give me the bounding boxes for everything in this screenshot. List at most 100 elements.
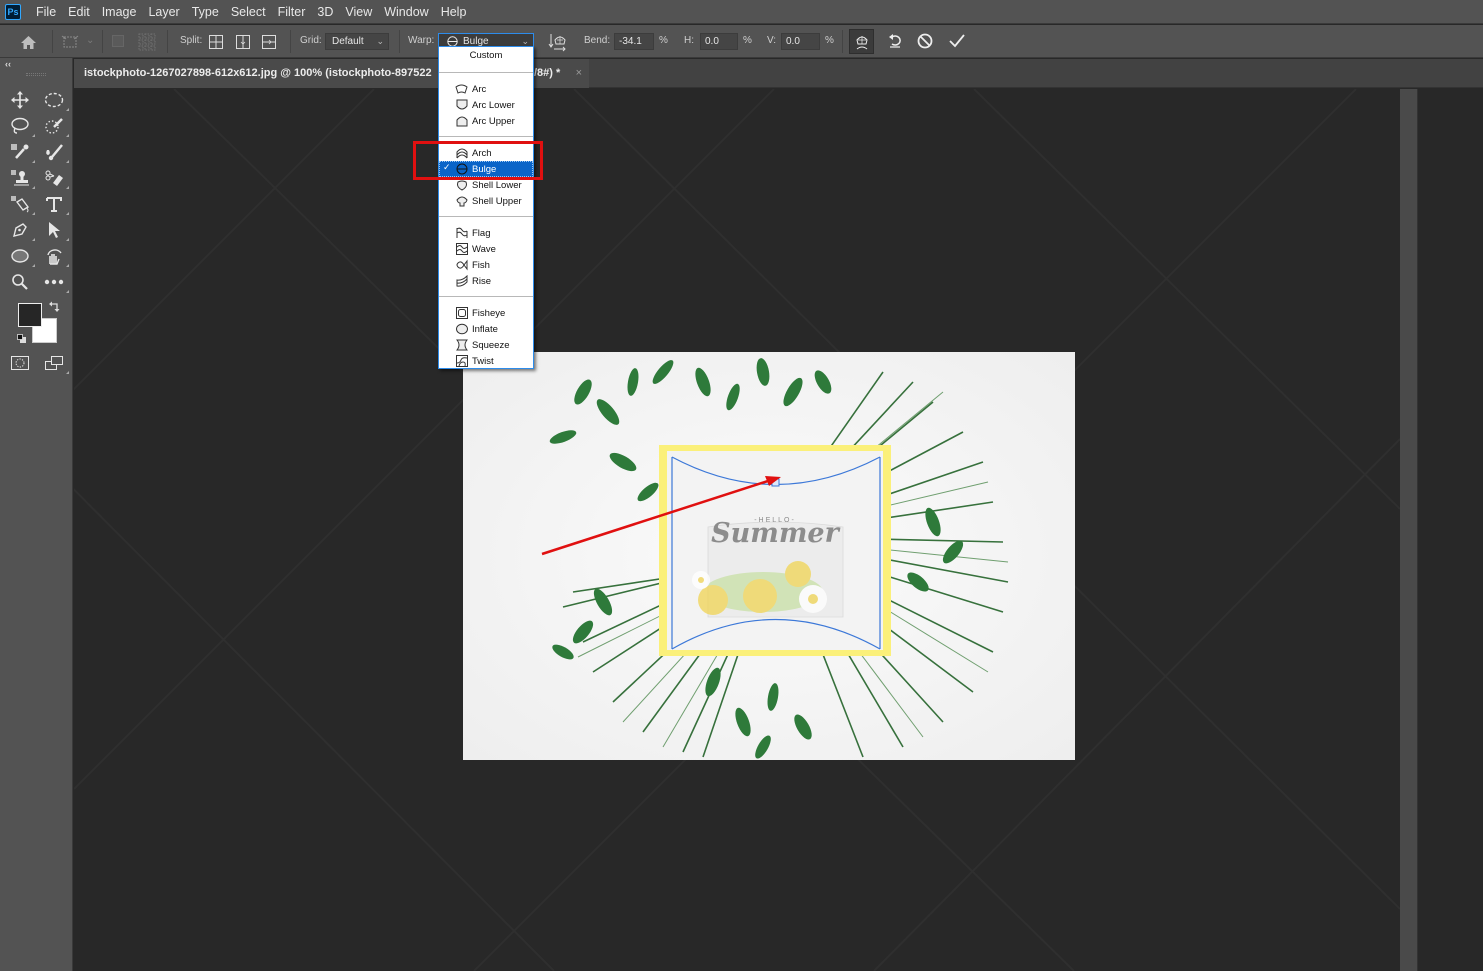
document-tab-title: istockphoto-1267027898-612x612.jpg @ 100… xyxy=(84,67,432,79)
menu-file[interactable]: File xyxy=(30,0,62,24)
vertical-distortion-unit: % xyxy=(825,35,834,46)
clone-stamp-tool[interactable] xyxy=(8,167,35,189)
warp-option-arc-lower[interactable]: Arc Lower xyxy=(439,97,533,113)
menu-edit[interactable]: Edit xyxy=(62,0,96,24)
warp-option-flag[interactable]: Flag xyxy=(439,225,533,241)
horizontal-distortion-label: H: xyxy=(684,35,694,46)
checkmark-icon xyxy=(949,34,965,48)
menu-separator xyxy=(439,216,533,217)
stamp-icon xyxy=(11,170,29,186)
warp-option-label: Flag xyxy=(472,227,491,239)
quick-mask-button[interactable] xyxy=(8,352,32,374)
swap-colors-icon[interactable] xyxy=(49,301,60,312)
warp-option-bulge[interactable]: ✓ Bulge xyxy=(439,161,533,177)
pen-tool[interactable] xyxy=(8,219,35,241)
menu-select[interactable]: Select xyxy=(225,0,272,24)
warp-option-arch[interactable]: Arch xyxy=(439,145,533,161)
warp-option-shell-lower[interactable]: Shell Lower xyxy=(439,177,533,193)
bend-input[interactable]: -34.1 xyxy=(614,33,654,50)
grid-select[interactable]: Default ⌄ xyxy=(325,33,389,50)
home-button[interactable] xyxy=(17,32,39,52)
cancel-transform-button[interactable] xyxy=(915,31,935,51)
warp-option-wave[interactable]: Wave xyxy=(439,241,533,257)
grid-toggle-disabled[interactable] xyxy=(110,33,126,49)
split-crosswise-button[interactable] xyxy=(208,34,224,49)
eraser-tool[interactable] xyxy=(42,167,69,189)
quick-mask-icon xyxy=(11,356,29,370)
menu-help[interactable]: Help xyxy=(435,0,473,24)
split-vertical-button[interactable] xyxy=(235,34,251,49)
rotate-hand-icon xyxy=(47,249,62,265)
grid-label: Grid: xyxy=(300,35,322,46)
split-horizontal-button[interactable] xyxy=(261,34,277,49)
collapse-toolbox-button[interactable]: ‹‹ xyxy=(5,59,11,69)
vertical-distortion-label: V: xyxy=(767,35,777,46)
menu-3d[interactable]: 3D xyxy=(311,0,339,24)
switch-free-transform-warp-button[interactable] xyxy=(849,29,874,54)
artwork-summer-text: Summer xyxy=(711,518,840,549)
ellipse-tool[interactable] xyxy=(8,245,35,267)
split-crosswise-icon xyxy=(209,34,223,49)
change-warp-orientation-button[interactable] xyxy=(547,31,569,53)
menu-type[interactable]: Type xyxy=(186,0,225,24)
warp-option-shell-upper[interactable]: Shell Upper xyxy=(439,193,533,209)
foreground-color-swatch[interactable] xyxy=(18,303,42,327)
menu-filter[interactable]: Filter xyxy=(272,0,312,24)
cancel-icon xyxy=(917,33,933,49)
options-bar: ⌄ Split: Grid: Default ⌄ Warp: Bulge ⌄ B… xyxy=(0,25,1483,58)
quick-selection-tool[interactable] xyxy=(42,115,69,137)
screen-mode-button[interactable] xyxy=(42,352,69,374)
warp-option-arc-upper[interactable]: Arc Upper xyxy=(439,113,533,129)
horizontal-distortion-input[interactable]: 0.0 xyxy=(700,33,738,50)
bulge-icon xyxy=(456,163,467,175)
edit-toolbar-button[interactable] xyxy=(42,271,69,293)
warp-option-squeeze[interactable]: Squeeze xyxy=(439,337,533,353)
close-tab-icon[interactable]: × xyxy=(576,59,582,88)
toolbox: ‹‹ xyxy=(0,58,73,971)
flag-icon xyxy=(456,227,467,238)
arch-icon xyxy=(456,148,467,159)
menu-window[interactable]: Window xyxy=(378,0,434,24)
commit-transform-button[interactable] xyxy=(946,31,968,51)
lasso-tool[interactable] xyxy=(8,115,35,137)
vertical-scrollbar[interactable] xyxy=(1400,89,1417,971)
eyedropper-icon xyxy=(11,144,29,159)
vertical-distortion-input[interactable]: 0.0 xyxy=(781,33,820,50)
transform-dropdown-chevron[interactable]: ⌄ xyxy=(86,35,94,46)
menu-layer[interactable]: Layer xyxy=(142,0,185,24)
default-colors-icon[interactable] xyxy=(17,334,27,344)
rotate-view-tool[interactable] xyxy=(42,245,69,267)
menu-image[interactable]: Image xyxy=(96,0,143,24)
undo-button[interactable] xyxy=(885,31,905,51)
horizontal-distortion-unit: % xyxy=(743,35,752,46)
eyedropper-tool[interactable] xyxy=(8,141,35,163)
warp-option-custom[interactable]: Custom xyxy=(439,50,533,61)
warp-option-twist[interactable]: Twist xyxy=(439,353,533,369)
warp-option-inflate[interactable]: Inflate xyxy=(439,321,533,337)
warp-option-fish[interactable]: Fish xyxy=(439,257,533,273)
inflate-icon xyxy=(455,323,468,335)
eraser-icon xyxy=(45,170,63,186)
transform-mode-button[interactable] xyxy=(59,32,81,52)
chevron-down-icon: ⌄ xyxy=(376,36,384,46)
warp-option-arc[interactable]: Arc xyxy=(439,81,533,97)
type-tool[interactable] xyxy=(42,193,69,215)
toolbox-grip[interactable] xyxy=(26,73,46,76)
path-selection-tool[interactable] xyxy=(42,219,69,241)
menu-separator xyxy=(439,136,533,137)
move-tool[interactable] xyxy=(8,89,32,111)
rise-icon xyxy=(456,275,467,287)
warp-option-rise[interactable]: Rise xyxy=(439,273,533,289)
grid-cells-button[interactable] xyxy=(136,31,158,53)
menu-bar: Ps File Edit Image Layer Type Select Fil… xyxy=(0,0,1483,24)
shell-upper-icon xyxy=(455,196,468,207)
arc-lower-icon xyxy=(456,99,467,110)
paint-bucket-tool[interactable] xyxy=(8,193,35,215)
brush-tool[interactable] xyxy=(42,141,69,163)
zoom-tool[interactable] xyxy=(8,271,32,293)
warp-option-fisheye[interactable]: Fisheye xyxy=(439,305,533,321)
menu-view[interactable]: View xyxy=(339,0,378,24)
document-canvas[interactable]: -HELLO- Summer xyxy=(463,352,1075,760)
elliptical-marquee-tool[interactable] xyxy=(42,89,69,111)
more-dots-icon xyxy=(44,279,64,285)
